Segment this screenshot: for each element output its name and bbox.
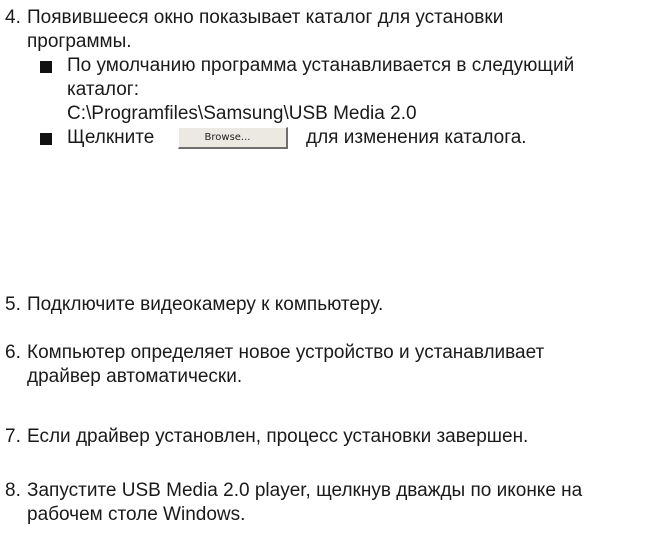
step-8-line-1: Запустите USB Media 2.0 player, щелкнув … — [27, 480, 583, 501]
bullet-2-after: для изменения каталога. — [306, 127, 527, 148]
step-6-line-2: драйвер автоматически. — [27, 366, 243, 387]
step-8-number: 8. — [5, 480, 21, 501]
bullet-1-line-2: каталог: — [67, 79, 140, 100]
bullet-1-line-1: По умолчанию программа устанавливается в… — [67, 55, 575, 76]
step-4-line-2: программы. — [27, 31, 132, 52]
install-path: C:\Programfiles\Samsung\USB Media 2.0 — [67, 103, 417, 124]
bullet-square-icon — [40, 61, 52, 73]
bullet-2-before: Щелкните — [67, 127, 155, 148]
step-4-line-1: Появившееся окно показывает каталог для … — [27, 7, 504, 28]
step-6-number: 6. — [5, 342, 21, 363]
step-7-number: 7. — [5, 426, 21, 447]
browse-button[interactable]: Browse... — [178, 127, 288, 149]
step-8-line-2: рабочем столе Windows. — [27, 504, 246, 525]
step-6-line-1: Компьютер определяет новое устройство и … — [27, 342, 545, 363]
step-4-number: 4. — [5, 7, 21, 28]
step-5-number: 5. — [5, 294, 21, 315]
step-7-line-1: Если драйвер установлен, процесс установ… — [27, 426, 529, 447]
step-5-line-1: Подключите видеокамеру к компьютеру. — [27, 294, 384, 315]
bullet-square-icon — [40, 133, 52, 145]
